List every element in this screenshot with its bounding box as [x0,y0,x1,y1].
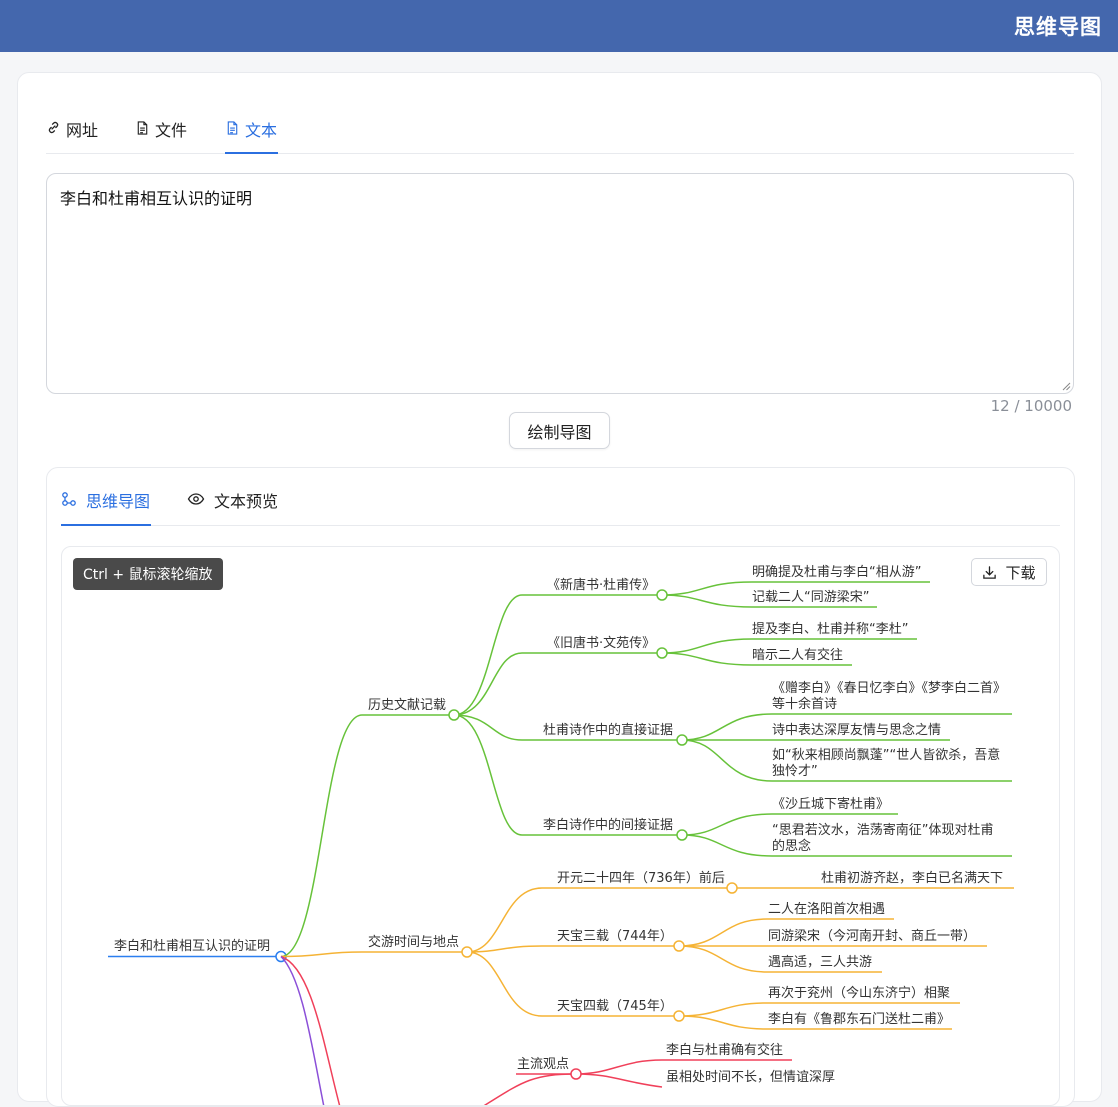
leaf-tongyou-liangsong[interactable]: 记载二人“同游梁宋” [752,590,869,605]
mindmap-icon [62,492,76,506]
tab-text-label: 文本 [245,121,278,140]
leaf-qizhao[interactable]: 杜甫初游齐赵，李白已名满天下 [821,870,1003,886]
app-header: 思维导图 [0,0,1118,52]
main-card: 网址 文件 文本 李白和杜甫相互认识的证明 12 / 10000 绘制导图 思维… [17,72,1102,1107]
branch-mainstream-node [570,1068,582,1080]
download-label: 下载 [1005,563,1036,582]
node-libai-poems[interactable]: 李白诗作中的间接证据 [543,817,673,833]
leaf-poem-list-line1: 《赠李白》《春日忆李白》《梦李白二首》 [772,680,1006,696]
leaf-xiangcongyou[interactable]: 明确提及杜甫与李白“相从游” [752,564,921,580]
eye-icon [187,493,205,505]
node-jiutangshu[interactable]: 《旧唐书·文苑传》 [547,635,655,651]
text-input[interactable]: 李白和杜甫相互认识的证明 [46,173,1074,394]
draw-map-button[interactable]: 绘制导图 [509,412,610,449]
text-file-icon [227,121,238,135]
text-input-value: 李白和杜甫相互认识的证明 [60,189,253,208]
app-title: 思维导图 [1014,15,1102,39]
download-icon [983,565,997,579]
leaf-quotes-line1: 如“秋来相顾尚飘蓬”“世人皆欲杀，吾意 [772,747,1000,763]
result-panel: 思维导图 文本预览 李白和杜甫相互认识的证明 历史文献记载 《新唐书·杜甫传》 … [46,467,1075,1107]
tab-url-label: 网址 [66,121,99,140]
leaf-jiaowang-confirmed[interactable]: 李白与杜甫确有交往 [666,1042,783,1058]
link-icon [48,121,59,134]
leaf-yanzhou[interactable]: 再次于兖州（今山东济宁）相聚 [768,985,950,1001]
tab-mindmap[interactable]: 思维导图 [61,488,151,526]
tab-url[interactable]: 网址 [46,117,98,154]
tab-file-label: 文件 [155,121,188,140]
result-tabs: 思维导图 文本预览 [61,488,1060,526]
node-travel[interactable]: 交游时间与地点 [368,934,459,950]
leaf-gaoshi[interactable]: 遇高适，三人共游 [768,954,872,970]
node-xintangshu[interactable]: 《新唐书·杜甫传》 [547,577,655,593]
tab-text[interactable]: 文本 [225,117,278,154]
mindmap-canvas[interactable]: 李白和杜甫相互认识的证明 历史文献记载 《新唐书·杜甫传》 《旧唐书·文苑传》 … [61,546,1060,1106]
leaf-sijun[interactable]: “思君若汶水，浩荡寄南征”体现对杜甫的思念 [772,822,993,854]
node-dufu-poems[interactable]: 杜甫诗作中的直接证据 [543,722,673,738]
root-node-label[interactable]: 李白和杜甫相互认识的证明 [114,938,270,954]
leaf-lidu[interactable]: 提及李白、杜甫并称“李杜” [752,621,908,637]
leaf-quotes[interactable]: 如“秋来相顾尚飘蓬”“世人皆欲杀，吾意独怜才” [772,747,1000,779]
node-tianbao3[interactable]: 天宝三载（744年） [557,929,673,944]
tab-text-preview-label: 文本预览 [214,492,279,511]
leaf-liangsong[interactable]: 同游梁宋（今河南开封、商丘一带） [768,928,976,944]
resize-handle-icon[interactable] [1061,381,1071,391]
zoom-hint: Ctrl + 鼠标滚轮缩放 [73,558,223,590]
branch-history-nodes [448,589,688,841]
leaf-jiaowang[interactable]: 暗示二人有交往 [752,647,843,663]
node-kaiyuan[interactable]: 开元二十四年（736年）前后 [557,870,725,886]
leaf-shimen[interactable]: 李白有《鲁郡东石门送杜二甫》 [768,1011,950,1027]
leaf-qingyi[interactable]: 虽相处时间不长，但情谊深厚 [666,1070,835,1085]
leaf-poem-list-line2: 等十余首诗 [772,696,837,712]
node-history[interactable]: 历史文献记载 [368,698,446,713]
leaf-sijun-line1: “思君若汶水，浩荡寄南征”体现对杜甫 [772,822,993,838]
file-icon [137,121,148,135]
input-tabs: 网址 文件 文本 [46,117,1074,154]
leaf-shaqiucheng[interactable]: 《沙丘城下寄杜甫》 [772,796,889,812]
leaf-sijun-line2: 的思念 [772,838,811,854]
mindmap-svg: 李白和杜甫相互认识的证明 历史文献记载 《新唐书·杜甫传》 《旧唐书·文苑传》 … [108,564,1014,1105]
leaf-quotes-line2: 独怜才” [772,764,818,779]
node-tianbao4[interactable]: 天宝四载（745年） [557,999,673,1014]
leaf-luoyang[interactable]: 二人在洛阳首次相遇 [768,901,885,917]
tab-text-preview[interactable]: 文本预览 [187,488,278,526]
leaf-poem-list[interactable]: 《赠李白》《春日忆李白》《梦李白二首》等十余首诗 [772,680,1006,712]
node-mainstream[interactable]: 主流观点 [517,1057,569,1072]
leaf-friendship[interactable]: 诗中表达深厚友情与思念之情 [772,722,941,738]
tab-file[interactable]: 文件 [135,117,187,154]
char-counter: 12 / 10000 [990,397,1072,415]
tab-mindmap-label: 思维导图 [86,492,151,511]
download-button[interactable]: 下载 [971,558,1047,586]
